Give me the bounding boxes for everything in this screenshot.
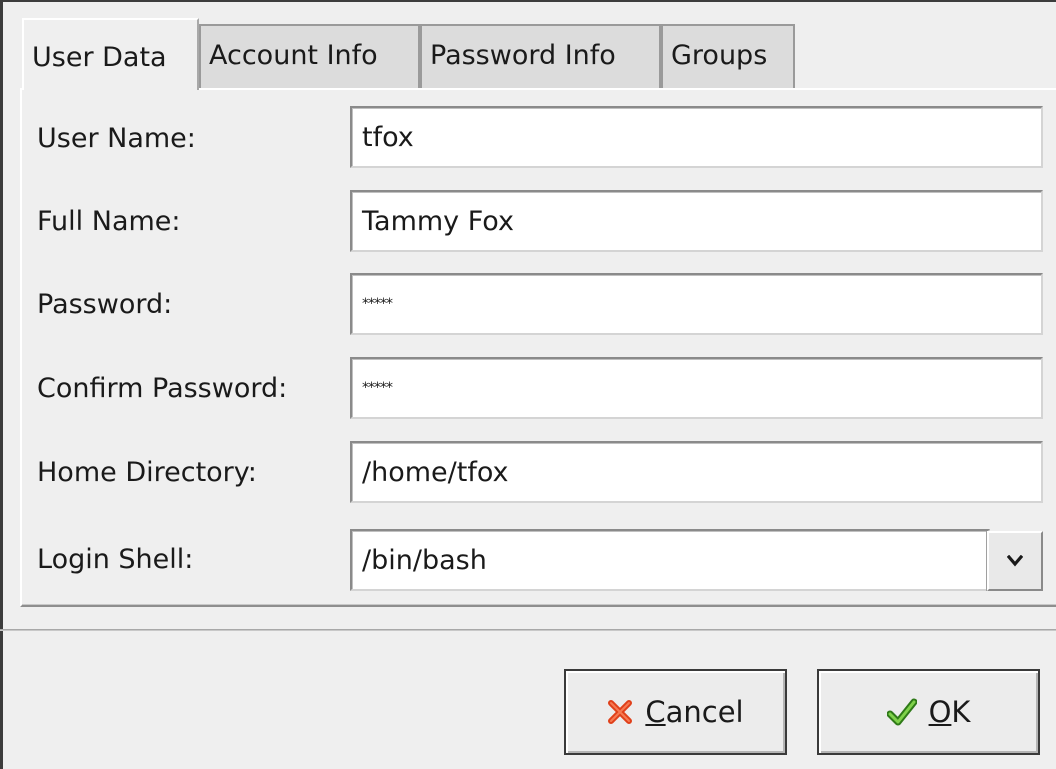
confirm-password-label: Confirm Password: [37, 373, 288, 404]
checkmark-icon [886, 698, 917, 726]
user-name-input[interactable]: tfox [350, 106, 1043, 168]
window-frame-left [0, 0, 3, 769]
ok-button-label: OK [928, 695, 971, 729]
cancel-button-label: Cancel [645, 695, 744, 729]
password-label: Password: [37, 289, 173, 320]
confirm-password-input[interactable]: ***** [350, 357, 1043, 419]
window-frame-top [0, 0, 1056, 2]
cancel-button[interactable]: Cancel [564, 669, 787, 755]
login-shell-dropdown-button[interactable] [987, 531, 1043, 591]
password-input[interactable]: ***** [350, 273, 1043, 335]
login-shell-combo-entry[interactable]: /bin/bash [350, 529, 990, 591]
home-directory-input[interactable]: /home/tfox [350, 441, 1043, 503]
full-name-input[interactable]: Tammy Fox [350, 190, 1043, 252]
home-directory-label: Home Directory: [37, 457, 257, 488]
tab-groups[interactable]: Groups [661, 24, 795, 88]
login-shell-label: Login Shell: [37, 544, 194, 575]
user-name-label: User Name: [37, 123, 196, 154]
tab-user-data[interactable]: User Data [22, 18, 199, 90]
x-icon [608, 700, 633, 724]
tab-account-info[interactable]: Account Info [199, 24, 420, 88]
ok-button[interactable]: OK [817, 669, 1040, 755]
tab-password-info[interactable]: Password Info [420, 24, 661, 88]
chevron-down-icon [1007, 555, 1023, 567]
separator [0, 629, 1056, 631]
full-name-label: Full Name: [37, 206, 181, 237]
